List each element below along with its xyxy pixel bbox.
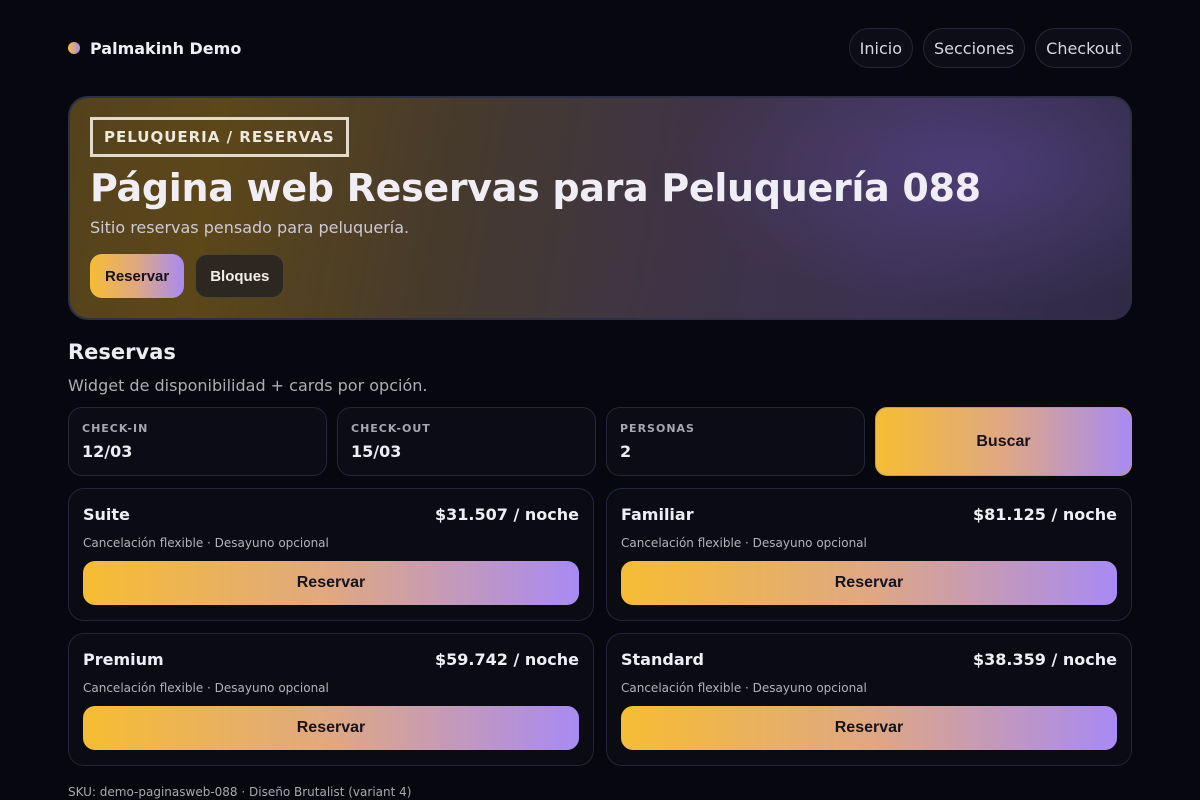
option-cards: Suite $31.507 / noche Cancelación flexib… <box>68 488 1132 766</box>
card-price: $81.125 / noche <box>973 505 1117 524</box>
nav-link-checkout[interactable]: Checkout <box>1035 28 1132 68</box>
check-in-field[interactable]: CHECK-IN 12/03 <box>68 407 327 476</box>
section-title: Reservas <box>68 340 176 364</box>
card-price: $38.359 / noche <box>973 650 1117 669</box>
hero-bloques-button[interactable]: Bloques <box>195 254 285 298</box>
card-header: Familiar $81.125 / noche <box>621 505 1117 524</box>
card-header: Standard $38.359 / noche <box>621 650 1117 669</box>
card-note: Cancelación flexible · Desayuno opcional <box>621 536 867 550</box>
brand-name: Palmakinh Demo <box>90 38 242 58</box>
check-in-label: CHECK-IN <box>82 422 149 435</box>
top-bar: Palmakinh Demo Inicio Secciones Checkout <box>68 0 1132 96</box>
card-price: $59.742 / noche <box>435 650 579 669</box>
search-button[interactable]: Buscar <box>875 407 1132 476</box>
option-card-suite: Suite $31.507 / noche Cancelación flexib… <box>68 488 594 621</box>
hero-banner: PELUQUERIA / RESERVAS Página web Reserva… <box>68 96 1132 320</box>
card-header: Suite $31.507 / noche <box>83 505 579 524</box>
brand-dot-icon <box>68 42 80 54</box>
nav-link-inicio[interactable]: Inicio <box>848 28 913 68</box>
guests-value[interactable]: 2 <box>620 442 851 461</box>
check-in-value[interactable]: 12/03 <box>82 442 313 461</box>
card-header: Premium $59.742 / noche <box>83 650 579 669</box>
card-name: Standard <box>621 650 704 669</box>
check-out-value[interactable]: 15/03 <box>351 442 582 461</box>
hero-subtitle: Sitio reservas pensado para peluquería. <box>90 218 410 237</box>
card-name: Familiar <box>621 505 694 524</box>
card-reservar-button[interactable]: Reservar <box>83 706 579 750</box>
card-reservar-button[interactable]: Reservar <box>621 561 1117 605</box>
option-card-premium: Premium $59.742 / noche Cancelación flex… <box>68 633 594 766</box>
hero-title: Página web Reservas para Peluquería 088 <box>90 166 981 210</box>
availability-widget: CHECK-IN 12/03 CHECK-OUT 15/03 PERSONAS … <box>68 407 1132 476</box>
card-reservar-button[interactable]: Reservar <box>621 706 1117 750</box>
option-card-familiar: Familiar $81.125 / noche Cancelación fle… <box>606 488 1132 621</box>
card-note: Cancelación flexible · Desayuno opcional <box>83 536 329 550</box>
hero-actions: Reservar Bloques <box>90 254 1110 298</box>
check-out-label: CHECK-OUT <box>351 422 431 435</box>
guests-field[interactable]: PERSONAS 2 <box>606 407 865 476</box>
card-name: Premium <box>83 650 164 669</box>
brand[interactable]: Palmakinh Demo <box>68 39 241 58</box>
section-subtitle: Widget de disponibilidad + cards por opc… <box>68 376 428 395</box>
hero-tag: PELUQUERIA / RESERVAS <box>90 117 349 157</box>
card-price: $31.507 / noche <box>435 505 579 524</box>
footer-sku: SKU: demo-paginasweb-088 · Diseño Brutal… <box>68 785 412 799</box>
check-out-field[interactable]: CHECK-OUT 15/03 <box>337 407 596 476</box>
guests-label: PERSONAS <box>620 422 695 435</box>
option-card-standard: Standard $38.359 / noche Cancelación fle… <box>606 633 1132 766</box>
main-nav: Inicio Secciones Checkout <box>848 28 1132 68</box>
nav-link-secciones[interactable]: Secciones <box>922 28 1026 68</box>
card-name: Suite <box>83 505 130 524</box>
hero-reservar-button[interactable]: Reservar <box>90 254 185 298</box>
card-reservar-button[interactable]: Reservar <box>83 561 579 605</box>
card-note: Cancelación flexible · Desayuno opcional <box>621 681 867 695</box>
page: Palmakinh Demo Inicio Secciones Checkout… <box>0 0 1200 800</box>
card-note: Cancelación flexible · Desayuno opcional <box>83 681 329 695</box>
